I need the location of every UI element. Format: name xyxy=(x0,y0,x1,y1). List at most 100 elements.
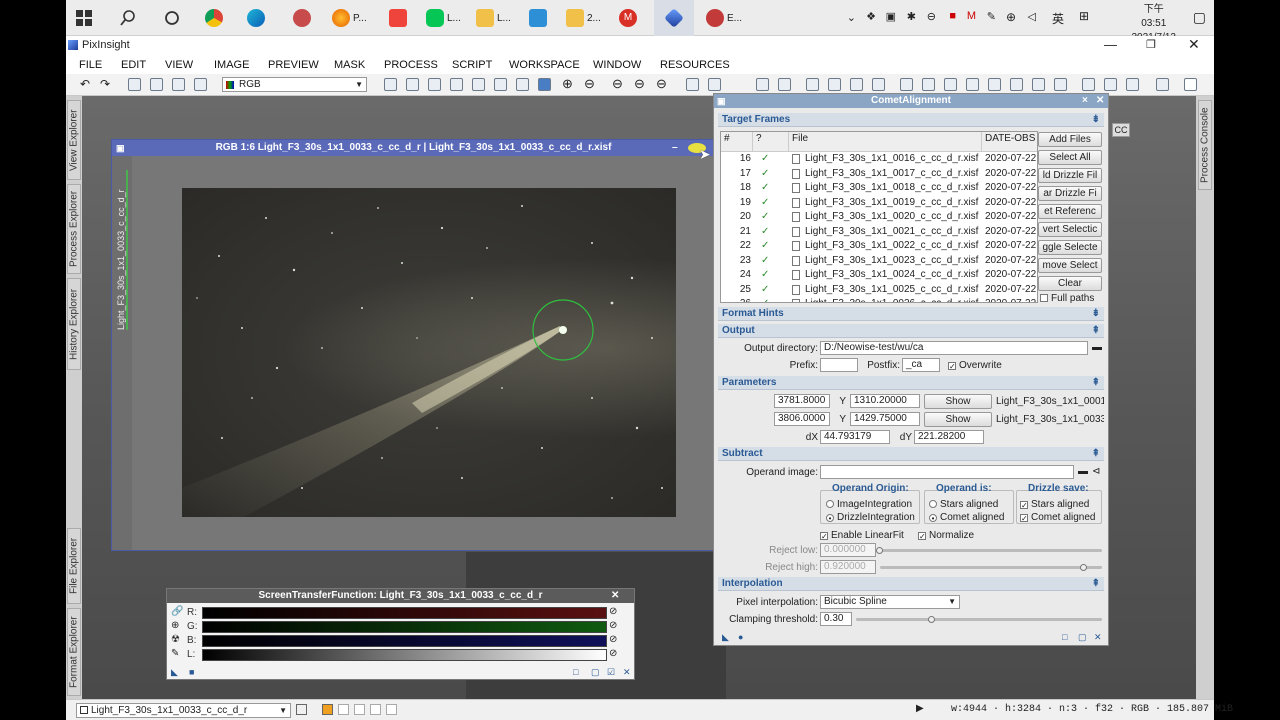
firefox-taskbar-item[interactable]: P... xyxy=(332,6,367,30)
dropbox-icon[interactable]: ❖ xyxy=(866,10,876,23)
stf-slider-l[interactable] xyxy=(202,649,607,661)
redo-icon[interactable]: ↷ xyxy=(100,77,110,91)
tab-file-explorer[interactable]: File Explorer xyxy=(67,528,81,604)
folder-taskbar-item[interactable]: L... xyxy=(476,6,511,30)
table-row[interactable]: 23 ✓ Light_F3_30s_1x1_0023_c_cc_d_r.xisf 20… xyxy=(721,254,1037,269)
tab-format-explorer[interactable]: Format Explorer xyxy=(67,608,81,696)
section-target-frames[interactable]: Target Frames ⇟ xyxy=(718,113,1104,127)
speaker-icon[interactable]: ◁ xyxy=(1028,10,1036,23)
bluetooth-icon[interactable]: ✱ xyxy=(907,10,916,23)
reject-low-slider[interactable] xyxy=(880,549,1102,552)
menu-view[interactable]: VIEW xyxy=(165,59,193,71)
pixinsight-icon[interactable] xyxy=(654,0,694,36)
apply-global-icon[interactable]: ● xyxy=(738,632,743,642)
anydesk-icon[interactable] xyxy=(386,6,410,30)
radio-drizzleintegration[interactable]: • DrizzleIntegration xyxy=(826,512,915,523)
y1-field[interactable]: 1310.20000 xyxy=(850,394,920,408)
clamping-threshold-knob[interactable] xyxy=(928,616,935,623)
clear-button[interactable]: Clear xyxy=(1038,276,1102,291)
stf-slider-b[interactable] xyxy=(202,635,607,647)
search-icon[interactable] xyxy=(116,6,140,30)
reject-low-field[interactable]: 0.000000 xyxy=(820,543,876,557)
minimize-icon[interactable]: — xyxy=(1104,37,1117,52)
column-header-index[interactable]: # xyxy=(721,132,753,152)
undo-icon[interactable]: ↶ xyxy=(80,77,90,91)
preview-icon[interactable]: □ xyxy=(1062,632,1067,642)
tool-icon[interactable] xyxy=(828,78,841,91)
window-menu-icon[interactable]: ▣ xyxy=(717,94,726,108)
table-row[interactable]: 19 ✓ Light_F3_30s_1x1_0019_c_cc_d_r.xisf 20… xyxy=(721,196,1037,211)
pen-icon[interactable]: ✎ xyxy=(987,10,996,23)
tab-process-console[interactable]: Process Console xyxy=(1198,100,1212,190)
tool-icon[interactable] xyxy=(806,78,819,91)
app-tray-icon[interactable]: ⊖ xyxy=(927,10,936,23)
tool-icon[interactable] xyxy=(966,78,979,91)
x1-field[interactable]: 3781.8000 xyxy=(774,394,830,408)
clamping-threshold-slider[interactable] xyxy=(856,618,1102,621)
normalize-checkbox[interactable]: ✓ Normalize xyxy=(918,530,974,541)
move-icon[interactable] xyxy=(384,78,397,91)
table-row[interactable]: 22 ✓ Light_F3_30s_1x1_0022_c_cc_d_r.xisf 20… xyxy=(721,239,1037,254)
overwrite-checkbox[interactable]: ✓ Overwrite xyxy=(948,360,1002,371)
clear-icon[interactable]: ⊲ xyxy=(1092,466,1100,477)
output-directory-field[interactable]: D:/Neowise-test/wu/ca xyxy=(820,341,1088,355)
table-row[interactable]: 25 ✓ Light_F3_30s_1x1_0025_c_cc_d_r.xisf 20… xyxy=(721,283,1037,298)
play-icon[interactable]: ▶ xyxy=(916,703,924,714)
column-header-file[interactable]: File xyxy=(789,132,982,152)
tool-icon[interactable] xyxy=(354,704,365,715)
info-icon[interactable]: ▢ xyxy=(1078,632,1087,643)
channel-select[interactable]: RGB ▼ xyxy=(222,77,367,92)
app-icon[interactable] xyxy=(290,6,314,30)
table-row[interactable]: 18 ✓ Light_F3_30s_1x1_0018_c_cc_d_r.xisf 20… xyxy=(721,181,1037,196)
collapse-icon[interactable]: ⇞ xyxy=(1092,577,1100,591)
tool-icon[interactable] xyxy=(386,704,397,715)
collapse-icon[interactable]: ⇟ xyxy=(1092,113,1100,127)
table-row[interactable]: 17 ✓ Light_F3_30s_1x1_0017_c_cc_d_r.xisf 20… xyxy=(721,167,1037,182)
process-console-icon[interactable] xyxy=(1184,78,1197,91)
tool-icon[interactable] xyxy=(338,704,349,715)
toggle-selected-button[interactable]: ggle Selecte xyxy=(1038,240,1102,255)
globe-icon[interactable]: ⊕ xyxy=(1006,10,1016,24)
tab-view-explorer[interactable]: View Explorer xyxy=(67,100,81,180)
restore-icon[interactable]: ❐ xyxy=(1146,38,1156,51)
reset-icon[interactable]: ⊘ xyxy=(609,606,617,617)
auto-stretch-icon[interactable]: ☢ xyxy=(171,634,180,645)
menu-file[interactable]: FILE xyxy=(79,59,102,71)
app-tray-icon[interactable]: ■ xyxy=(949,10,956,22)
tab-process-explorer[interactable]: Process Explorer xyxy=(67,184,81,274)
reset-icon[interactable]: ⊘ xyxy=(609,620,617,631)
folder-taskbar-item[interactable]: 2... xyxy=(566,6,601,30)
invert-selection-button[interactable]: vert Selectic xyxy=(1038,222,1102,237)
line-taskbar-item[interactable]: L... xyxy=(426,6,461,30)
column-header-date-obs[interactable]: DATE-OBS xyxy=(982,132,1037,152)
tool-icon[interactable] xyxy=(872,78,885,91)
drizzle-stars-aligned-checkbox[interactable]: ✓ Stars aligned xyxy=(1020,499,1089,510)
zoom-out-icon[interactable]: ⊖ xyxy=(584,76,595,92)
info-icon[interactable] xyxy=(296,704,307,715)
tool-icon[interactable] xyxy=(516,78,529,91)
tool-icon[interactable] xyxy=(538,78,551,91)
menu-script[interactable]: SCRIPT xyxy=(452,59,492,71)
windows-start-icon[interactable] xyxy=(72,6,96,30)
postfix-field[interactable]: _ca xyxy=(902,358,940,372)
table-row[interactable]: 26 ✓ Light_F3_30s_1x1_0026_c_cc_d_r.xisf 20… xyxy=(721,297,1037,302)
expand-icon[interactable]: ⇟ xyxy=(1092,307,1100,321)
tool-icon[interactable] xyxy=(708,78,721,91)
table-row[interactable]: 21 ✓ Light_F3_30s_1x1_0021_c_cc_d_r.xisf 20… xyxy=(721,225,1037,240)
view-select[interactable]: Light_F3_30s_1x1_0033_c_cc_d_r ▼ xyxy=(76,703,291,718)
clear-drizzle-files-button[interactable]: ar Drizzle Fi xyxy=(1038,186,1102,201)
section-parameters[interactable]: Parameters ⇞ xyxy=(718,376,1104,390)
tool-icon[interactable] xyxy=(172,78,185,91)
tool-icon[interactable] xyxy=(944,78,957,91)
app-tray-icon[interactable]: ▣ xyxy=(886,10,896,23)
notification-icon[interactable]: ▢ xyxy=(1193,9,1206,26)
enable-linearfit-checkbox[interactable]: ✓ Enable LinearFit xyxy=(820,530,904,541)
menu-resources[interactable]: RESOURCES xyxy=(660,59,730,71)
tool-icon[interactable] xyxy=(406,78,419,91)
tool-icon[interactable] xyxy=(1126,78,1139,91)
table-row[interactable]: 24 ✓ Light_F3_30s_1x1_0024_c_cc_d_r.xisf 20… xyxy=(721,268,1037,283)
menu-edit[interactable]: EDIT xyxy=(121,59,146,71)
tool-icon[interactable] xyxy=(778,78,791,91)
tool-icon[interactable] xyxy=(1156,78,1169,91)
tool-icon[interactable] xyxy=(1054,78,1067,91)
